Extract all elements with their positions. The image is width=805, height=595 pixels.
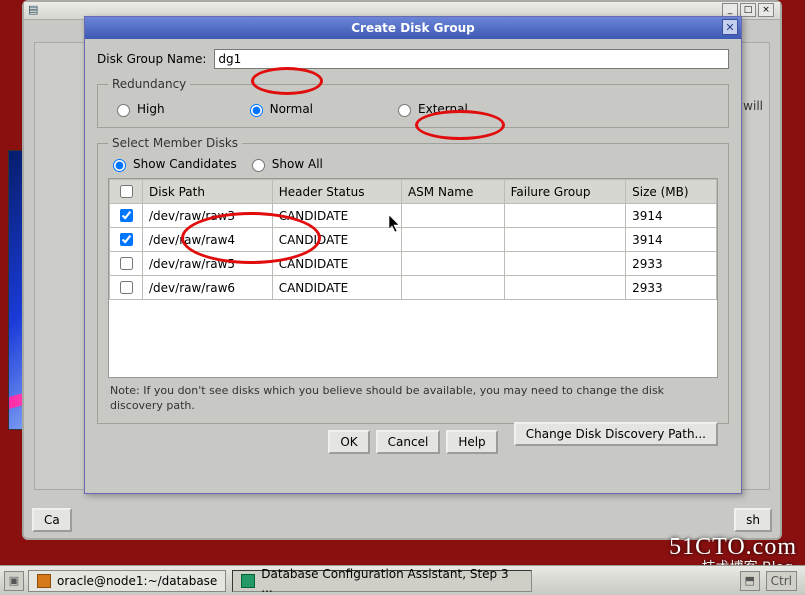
cell-header-status: CANDIDATE [272, 204, 401, 228]
minimize-button[interactable]: _ [722, 3, 738, 17]
cell-asm-name [401, 276, 504, 300]
col-disk-path[interactable]: Disk Path [143, 180, 273, 204]
cell-disk-path: /dev/raw/raw4 [143, 228, 273, 252]
change-discovery-path-button[interactable]: Change Disk Discovery Path... [514, 422, 718, 446]
col-asm-name[interactable]: ASM Name [401, 180, 504, 204]
cell-size: 2933 [626, 276, 717, 300]
cell-asm-name [401, 252, 504, 276]
select-all-header[interactable] [110, 180, 143, 204]
cell-header-status: CANDIDATE [272, 252, 401, 276]
taskbar-terminal-button[interactable]: oracle@node1:~/database [28, 570, 226, 592]
dbca-icon [241, 574, 255, 588]
cancel-button[interactable]: Cancel [376, 430, 441, 454]
redundancy-fieldset: Redundancy High Normal External [97, 77, 729, 128]
redundancy-external-option[interactable]: External [393, 101, 468, 117]
dialog-titlebar: Create Disk Group ✕ [85, 17, 741, 39]
system-tray: ⬒ Ctrl [740, 571, 801, 591]
cell-size: 2933 [626, 252, 717, 276]
cell-failure-group [504, 204, 626, 228]
cell-failure-group [504, 228, 626, 252]
cell-disk-path: /dev/raw/raw5 [143, 252, 273, 276]
select-all-checkbox[interactable] [120, 185, 133, 198]
dialog-title-text: Create Disk Group [351, 21, 475, 35]
row-checkbox[interactable] [120, 233, 133, 246]
table-row[interactable]: /dev/raw/raw3CANDIDATE 3914 [110, 204, 717, 228]
col-failure-group[interactable]: Failure Group [504, 180, 626, 204]
col-header-status[interactable]: Header Status [272, 180, 401, 204]
redundancy-high-radio[interactable] [117, 104, 130, 117]
table-header-row: Disk Path Header Status ASM Name Failure… [110, 180, 717, 204]
cell-failure-group [504, 252, 626, 276]
redundancy-normal-option[interactable]: Normal [245, 101, 313, 117]
row-checkbox[interactable] [120, 281, 133, 294]
table-row[interactable]: /dev/raw/raw4CANDIDATE 3914 [110, 228, 717, 252]
redundancy-high-option[interactable]: High [112, 101, 165, 117]
table-row[interactable]: /dev/raw/raw6CANDIDATE 2933 [110, 276, 717, 300]
row-checkbox[interactable] [120, 209, 133, 222]
redundancy-external-radio[interactable] [398, 104, 411, 117]
show-desktop-button[interactable]: ▣ [4, 571, 24, 591]
taskbar: ▣ oracle@node1:~/database Database Confi… [0, 565, 805, 595]
disk-group-name-label: Disk Group Name: [97, 52, 206, 66]
cell-asm-name [401, 228, 504, 252]
cell-size: 3914 [626, 228, 717, 252]
cell-disk-path: /dev/raw/raw6 [143, 276, 273, 300]
show-candidates-radio[interactable] [113, 159, 126, 172]
disks-table-container[interactable]: Disk Path Header Status ASM Name Failure… [108, 178, 718, 378]
dialog-close-button[interactable]: ✕ [722, 19, 738, 35]
cell-header-status: CANDIDATE [272, 276, 401, 300]
ok-button[interactable]: OK [328, 430, 369, 454]
redundancy-legend: Redundancy [108, 77, 190, 91]
maximize-button[interactable]: □ [740, 3, 756, 17]
taskbar-dbca-button[interactable]: Database Configuration Assistant, Step 3… [232, 570, 532, 592]
cell-header-status: CANDIDATE [272, 228, 401, 252]
row-checkbox[interactable] [120, 257, 133, 270]
member-disks-fieldset: Select Member Disks Show Candidates Show… [97, 136, 729, 424]
member-disks-legend: Select Member Disks [108, 136, 242, 150]
window-system-icon: ▤ [28, 3, 38, 16]
wizard-finish-button[interactable]: sh [734, 508, 772, 532]
show-all-radio[interactable] [252, 159, 265, 172]
show-all-option[interactable]: Show All [247, 156, 323, 172]
cell-asm-name [401, 204, 504, 228]
redundancy-normal-radio[interactable] [250, 104, 263, 117]
disks-table: Disk Path Header Status ASM Name Failure… [109, 179, 717, 300]
terminal-icon [37, 574, 51, 588]
cell-failure-group [504, 276, 626, 300]
table-row[interactable]: /dev/raw/raw5CANDIDATE 2933 [110, 252, 717, 276]
cell-disk-path: /dev/raw/raw3 [143, 204, 273, 228]
taskbar-terminal-label: oracle@node1:~/database [57, 574, 217, 588]
disk-group-name-input[interactable] [214, 49, 729, 69]
close-button[interactable]: × [758, 3, 774, 17]
wizard-cancel-button[interactable]: Ca [32, 508, 72, 532]
show-candidates-option[interactable]: Show Candidates [108, 156, 237, 172]
taskbar-dbca-label: Database Configuration Assistant, Step 3… [261, 567, 523, 595]
cell-size: 3914 [626, 204, 717, 228]
discovery-note: Note: If you don't see disks which you b… [110, 384, 716, 414]
tray-ctrl-indicator[interactable]: Ctrl [766, 571, 797, 591]
col-size[interactable]: Size (MB) [626, 180, 717, 204]
help-button[interactable]: Help [446, 430, 497, 454]
create-disk-group-dialog: Create Disk Group ✕ Disk Group Name: Red… [84, 16, 742, 494]
tray-icon-1[interactable]: ⬒ [740, 571, 760, 591]
